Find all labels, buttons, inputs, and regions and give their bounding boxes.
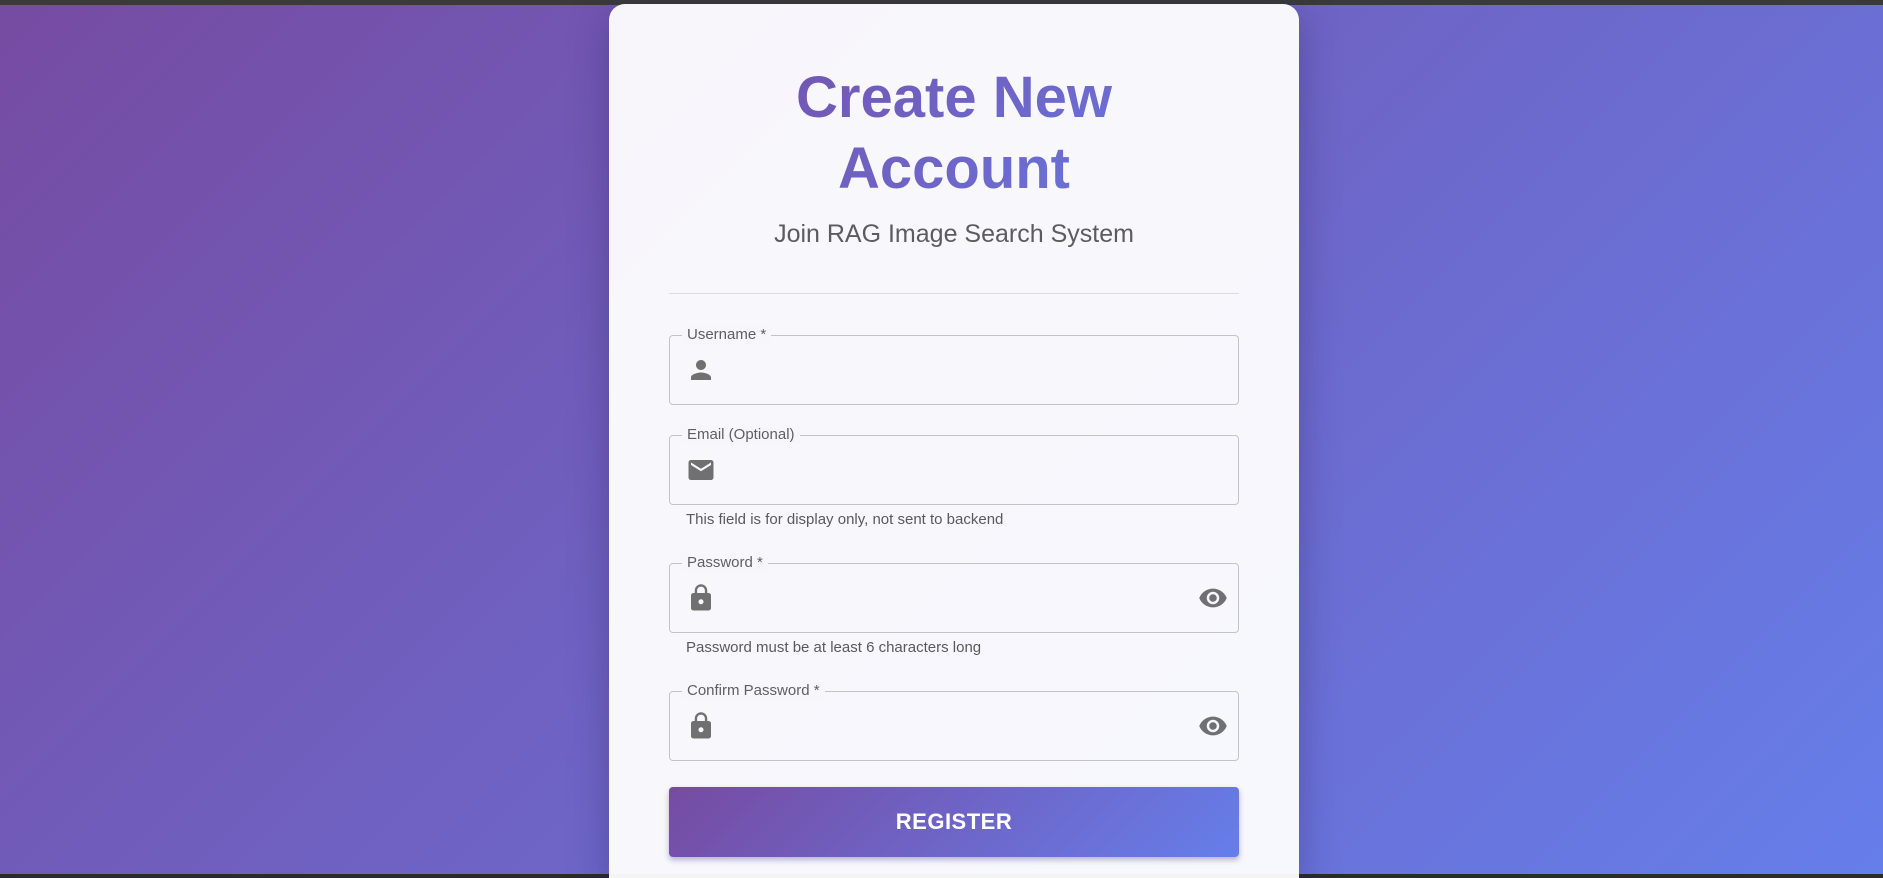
register-button[interactable]: REGISTER xyxy=(669,787,1239,857)
person-icon xyxy=(686,355,716,385)
header-divider xyxy=(669,293,1239,294)
mail-icon xyxy=(686,455,716,485)
confirm-password-input[interactable] xyxy=(732,706,1176,748)
email-label: Email (Optional) xyxy=(682,426,800,444)
password-label: Password * xyxy=(682,554,768,572)
username-input[interactable] xyxy=(732,350,1176,392)
page-title-line-2: Account xyxy=(838,136,1070,201)
confirm-password-label: Confirm Password * xyxy=(682,682,825,700)
lock-icon xyxy=(686,583,716,613)
email-helper-text: This field is for display only, not sent… xyxy=(686,511,1004,528)
page-title-line-1: Create New xyxy=(796,65,1112,130)
password-input[interactable] xyxy=(732,578,1176,620)
email-field[interactable]: Email (Optional) xyxy=(669,426,1239,505)
password-helper-text: Password must be at least 6 characters l… xyxy=(686,639,982,656)
username-label: Username * xyxy=(682,326,772,344)
page-title: Create New Account xyxy=(609,62,1299,204)
lock-icon xyxy=(686,711,716,741)
register-card: Create New Account Join RAG Image Search… xyxy=(609,4,1299,878)
username-field[interactable]: Username * xyxy=(669,326,1239,405)
eye-icon[interactable] xyxy=(1198,583,1228,613)
page-subtitle: Join RAG Image Search System xyxy=(774,220,1134,248)
confirm-password-field[interactable]: Confirm Password * xyxy=(669,682,1239,761)
eye-icon[interactable] xyxy=(1198,711,1228,741)
password-field[interactable]: Password * xyxy=(669,554,1239,633)
email-input[interactable] xyxy=(732,450,1176,492)
